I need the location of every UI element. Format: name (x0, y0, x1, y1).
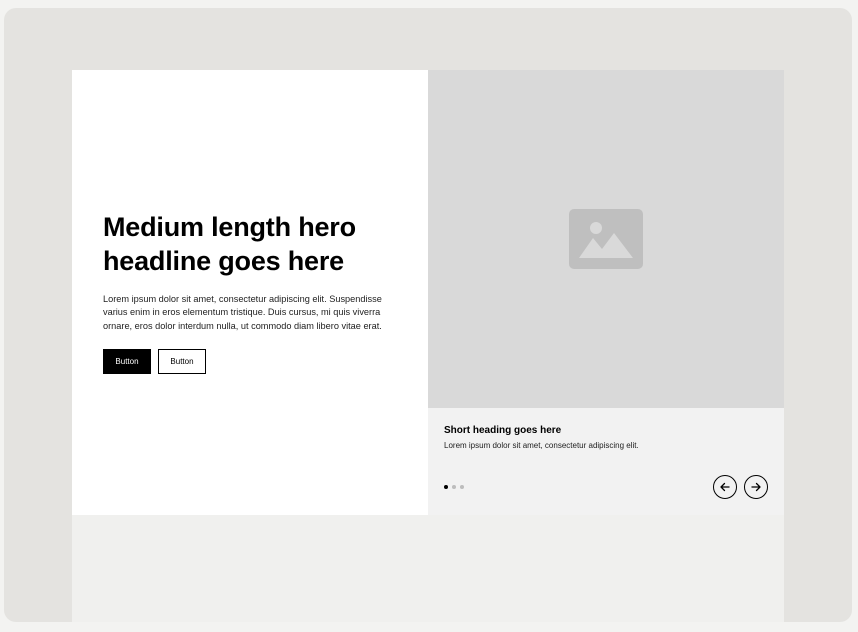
image-placeholder-icon (569, 209, 643, 269)
hero-text-panel: Medium length hero headline goes here Lo… (72, 70, 428, 515)
slide-dot-3[interactable] (460, 485, 464, 489)
hero-body-text: Lorem ipsum dolor sit amet, consectetur … (103, 294, 382, 331)
slide-caption: Short heading goes here Lorem ipsum dolo… (428, 408, 784, 515)
next-slide-button[interactable] (744, 475, 768, 499)
prev-slide-button[interactable] (713, 475, 737, 499)
arrow-right-icon (751, 482, 761, 492)
primary-button[interactable]: Button (103, 348, 151, 374)
slide-dot-2[interactable] (452, 485, 456, 489)
hero-button-group: Button Button (103, 348, 403, 374)
secondary-button[interactable]: Button (158, 348, 206, 374)
page-canvas: Medium length hero headline goes here Lo… (72, 70, 784, 622)
hero-headline: Medium length hero headline goes here (103, 212, 356, 276)
slider-arrows (713, 475, 768, 499)
browser-frame: Medium length hero headline goes here Lo… (4, 8, 852, 622)
hero-section: Medium length hero headline goes here Lo… (72, 70, 784, 515)
slide-dot-1[interactable] (444, 485, 448, 489)
slide-indicators (444, 485, 464, 489)
slide-heading: Short heading goes here (444, 425, 562, 436)
slide-image (428, 70, 784, 408)
slide-text: Lorem ipsum dolor sit amet, consectetur … (444, 441, 639, 450)
arrow-left-icon (720, 482, 730, 492)
hero-content: Medium length hero headline goes here Lo… (103, 210, 403, 374)
hero-slider: Short heading goes here Lorem ipsum dolo… (428, 70, 784, 515)
